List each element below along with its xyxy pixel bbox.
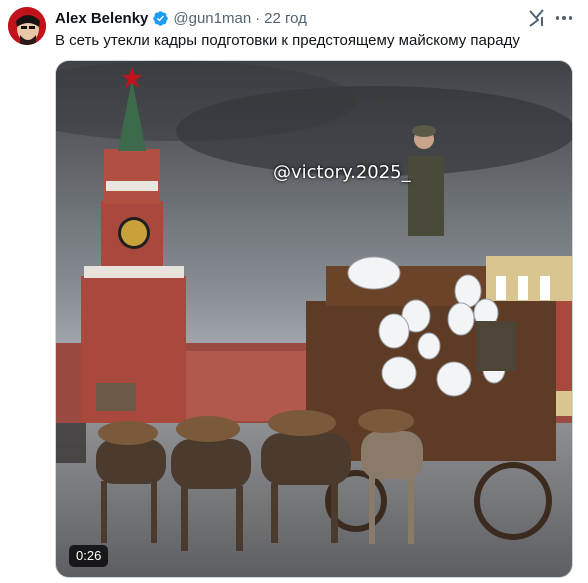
- post-time[interactable]: 22 год: [264, 10, 307, 27]
- tweet-header: Alex Belenky @gun1man · 22 год: [55, 8, 307, 28]
- verified-badge-icon: [152, 10, 169, 27]
- more-dots-icon[interactable]: [552, 8, 576, 28]
- video-player[interactable]: @victory.2025_ 0:26: [55, 60, 573, 578]
- video-watermark: @victory.2025_: [273, 162, 411, 183]
- video-duration-badge: 0:26: [69, 545, 109, 567]
- avatar[interactable]: [8, 7, 46, 45]
- video-frame: [56, 61, 572, 577]
- tweet: Alex Belenky @gun1man · 22 год В сеть ут…: [0, 0, 588, 583]
- post-text: В сеть утекли кадры подготовки к предсто…: [55, 32, 520, 49]
- grok-icon[interactable]: [527, 8, 547, 28]
- author-name[interactable]: Alex Belenky: [55, 10, 148, 27]
- author-handle[interactable]: @gun1man: [173, 10, 251, 27]
- separator: ·: [255, 9, 261, 27]
